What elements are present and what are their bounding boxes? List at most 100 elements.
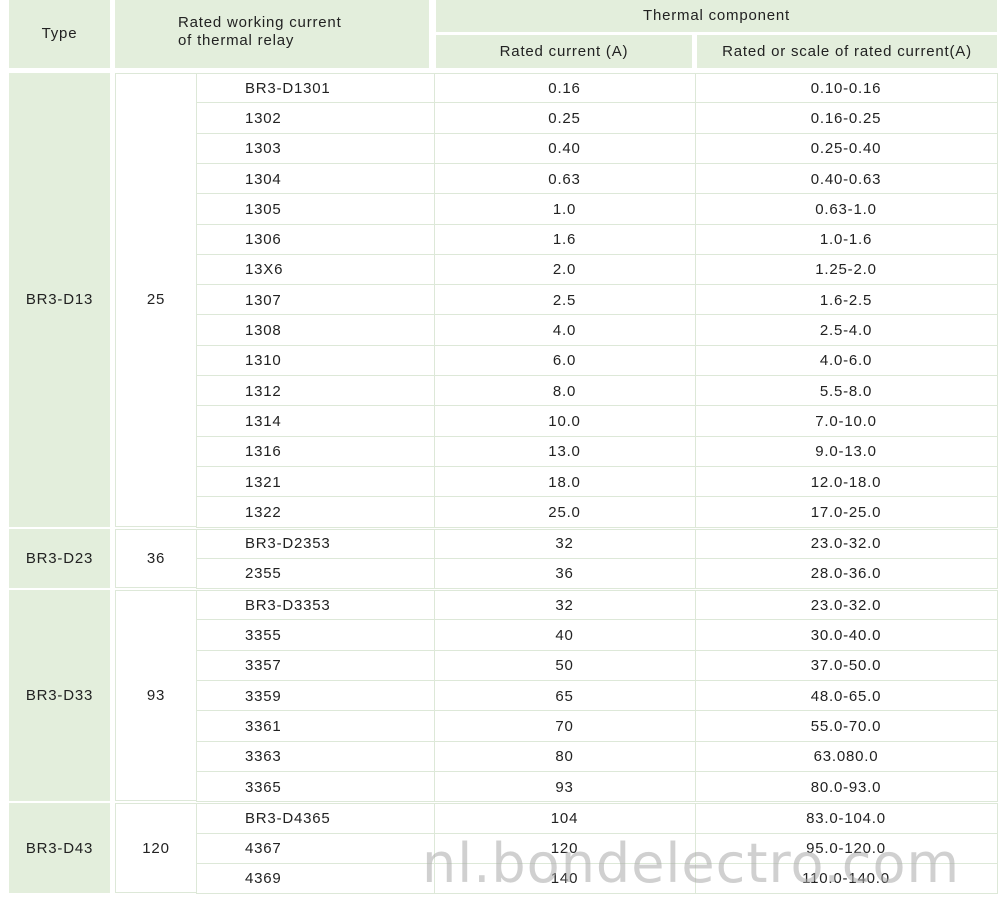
model-cell: 3359: [245, 687, 282, 705]
model-cell: 1321: [245, 473, 282, 491]
rated-current-cell: 2.5: [552, 291, 577, 309]
rated-range-cell: 1.0-1.6: [819, 231, 873, 249]
table-row: 2355 36 28.0-36.0: [196, 559, 998, 589]
rated-range-cell: 28.0-36.0: [810, 565, 882, 583]
model-cell: BR3-D1301: [245, 79, 331, 97]
table-row: 3357 50 37.0-50.0: [196, 651, 998, 681]
type-cell: BR3-D23: [9, 528, 110, 589]
rated-range-cell: 83.0-104.0: [806, 809, 886, 827]
working-current-cell: 93: [115, 590, 197, 802]
model-cell: 1305: [245, 200, 282, 218]
table-row: 1314 10.0 7.0-10.0: [196, 406, 998, 436]
model-cell: 1316: [245, 443, 282, 461]
rated-range-cell: 7.0-10.0: [815, 412, 877, 430]
table-row: 1308 4.0 2.5-4.0: [196, 315, 998, 345]
rated-current-cell: 40: [555, 627, 574, 645]
table-row: 1321 18.0 12.0-18.0: [196, 467, 998, 497]
working-current-cell: 120: [115, 803, 197, 894]
model-cell: 1314: [245, 412, 282, 430]
table-row: BR3-D4365 104 83.0-104.0: [196, 803, 998, 833]
working-current-cell: 25: [115, 73, 197, 527]
table-row: 4367 120 95.0-120.0: [196, 834, 998, 864]
rated-current-cell: 80: [555, 748, 574, 766]
rated-current-cell: 6.0: [552, 352, 577, 370]
rated-current-cell: 65: [555, 687, 574, 705]
rated-current-cell: 4.0: [552, 322, 577, 340]
table-row: 1302 0.25 0.16-0.25: [196, 103, 998, 133]
rated-current-cell: 1.0: [552, 200, 577, 218]
rated-range-cell: 30.0-40.0: [810, 627, 882, 645]
header-type: Type: [9, 0, 110, 68]
table-row: 3355 40 30.0-40.0: [196, 620, 998, 650]
model-cell: 1307: [245, 291, 282, 309]
model-cell: BR3-D2353: [245, 535, 331, 553]
table-row: 1306 1.6 1.0-1.6: [196, 225, 998, 255]
table-row: 1304 0.63 0.40-0.63: [196, 164, 998, 194]
rated-current-cell: 8.0: [552, 382, 577, 400]
rated-range-cell: 1.25-2.0: [815, 261, 877, 279]
rated-range-cell: 4.0-6.0: [819, 352, 873, 370]
rated-current-cell: 93: [555, 778, 574, 796]
table-row: 1303 0.40 0.25-0.40: [196, 134, 998, 164]
rated-current-cell: 36: [555, 565, 574, 583]
rated-range-cell: 63.080.0: [813, 748, 879, 766]
rated-current-cell: 18.0: [548, 473, 581, 491]
type-cell: BR3-D43: [9, 803, 110, 894]
rated-range-cell: 2.5-4.0: [819, 322, 873, 340]
model-cell: 1303: [245, 140, 282, 158]
rated-current-cell: 0.16: [548, 79, 581, 97]
rated-range-cell: 17.0-25.0: [810, 503, 882, 521]
model-cell: 1312: [245, 382, 282, 400]
rated-range-cell: 5.5-8.0: [819, 382, 873, 400]
model-cell: 4369: [245, 870, 282, 888]
header-thermal-component: Thermal component: [436, 0, 997, 32]
rated-current-cell: 1.6: [552, 231, 577, 249]
rated-current-cell: 0.25: [548, 109, 581, 127]
table-row: 3363 80 63.080.0: [196, 742, 998, 772]
rated-current-cell: 70: [555, 717, 574, 735]
model-cell: 3355: [245, 627, 282, 645]
group-top-border: [196, 73, 998, 74]
model-cell: 1304: [245, 170, 282, 188]
rated-range-cell: 23.0-32.0: [810, 535, 882, 553]
rated-range-cell: 0.16-0.25: [810, 109, 882, 127]
rated-current-cell: 13.0: [548, 443, 581, 461]
table-row: 13X6 2.0 1.25-2.0: [196, 255, 998, 285]
rated-range-cell: 0.40-0.63: [810, 170, 882, 188]
model-cell: 1310: [245, 352, 282, 370]
rated-current-cell: 32: [555, 596, 574, 614]
group-top-border: [196, 590, 998, 592]
table-row: 3365 93 80.0-93.0: [196, 772, 998, 802]
rated-current-cell: 140: [550, 870, 579, 888]
table-row: BR3-D3353 32 23.0-32.0: [196, 590, 998, 620]
rated-range-cell: 95.0-120.0: [806, 840, 886, 858]
model-cell: BR3-D3353: [245, 596, 331, 614]
rated-range-cell: 110.0-140.0: [802, 870, 890, 888]
rated-range-cell: 48.0-65.0: [810, 687, 882, 705]
rated-range-cell: 0.25-0.40: [810, 140, 882, 158]
type-cell: BR3-D13: [9, 73, 110, 527]
rated-current-cell: 0.40: [548, 140, 581, 158]
rated-range-cell: 0.10-0.16: [810, 79, 882, 97]
group-top-border: [196, 803, 998, 805]
model-cell: 1306: [245, 231, 282, 249]
table-row: 1312 8.0 5.5-8.0: [196, 376, 998, 406]
model-cell: 4367: [245, 840, 282, 858]
rated-range-cell: 23.0-32.0: [810, 596, 882, 614]
rated-current-cell: 2.0: [552, 261, 577, 279]
table-row: 3359 65 48.0-65.0: [196, 681, 998, 711]
type-cell: BR3-D33: [9, 590, 110, 802]
table-row: BR3-D1301 0.16 0.10-0.16: [196, 73, 998, 103]
model-cell: 3361: [245, 717, 282, 735]
model-cell: 1302: [245, 109, 282, 127]
table-row: 1322 25.0 17.0-25.0: [196, 497, 998, 527]
rated-current-cell: 104: [550, 809, 579, 827]
table-row: 1316 13.0 9.0-13.0: [196, 437, 998, 467]
table-row: 1307 2.5 1.6-2.5: [196, 285, 998, 315]
model-cell: 3363: [245, 748, 282, 766]
group-top-border: [196, 528, 998, 530]
rated-range-cell: 80.0-93.0: [810, 778, 882, 796]
table-row: 1310 6.0 4.0-6.0: [196, 346, 998, 376]
model-cell: 3365: [245, 778, 282, 796]
rated-range-cell: 9.0-13.0: [815, 443, 877, 461]
